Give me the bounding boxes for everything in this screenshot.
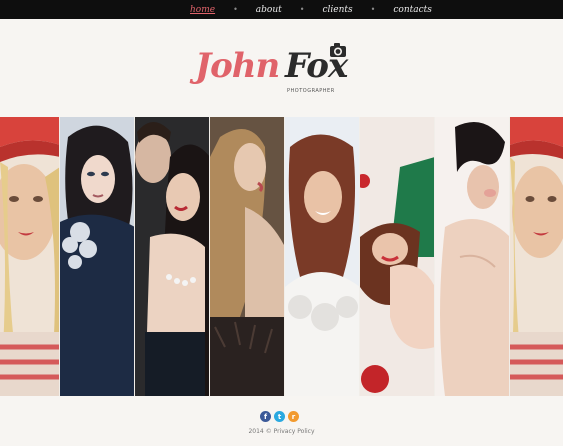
footer-copyright: 2014 © Privacy Policy <box>0 428 563 435</box>
facebook-icon[interactable]: f <box>260 411 271 422</box>
main-nav: home • about • clients • contacts <box>190 0 432 19</box>
site-logo[interactable]: John Fox PHOTOGRAPHER <box>195 40 365 102</box>
nav-separator: • <box>233 5 238 14</box>
logo-first-name: John <box>195 46 280 86</box>
photo-woman-short-hair-bare[interactable] <box>435 117 510 396</box>
nav-home[interactable]: home <box>190 5 215 15</box>
footer-year: 2014 <box>248 428 264 435</box>
footer-copyright-symbol: © <box>265 428 272 435</box>
twitter-icon[interactable]: t <box>274 411 285 422</box>
logo-tagline: PHOTOGRAPHER <box>287 88 335 94</box>
photo-woman-red-hat-left[interactable] <box>0 117 60 396</box>
photo-couple-embrace[interactable] <box>135 117 210 396</box>
photo-woman-smiling-white-fur[interactable] <box>285 117 360 396</box>
nav-clients[interactable]: clients <box>322 5 352 15</box>
rss-icon[interactable]: r <box>288 411 299 422</box>
nav-separator: • <box>370 5 376 14</box>
photo-woman-red-hat-right[interactable] <box>510 117 563 396</box>
nav-about[interactable]: about <box>256 5 282 15</box>
photo-woman-long-hair-fur[interactable] <box>210 117 285 396</box>
photo-gallery-strip <box>0 117 563 396</box>
nav-separator: • <box>299 5 305 14</box>
nav-contacts[interactable]: contacts <box>393 5 432 15</box>
social-links: f t r <box>260 411 299 422</box>
photo-woman-feather-dress[interactable] <box>60 117 135 396</box>
privacy-policy-link[interactable]: Privacy Policy <box>274 428 315 435</box>
photo-woman-lying-red-apples[interactable] <box>360 117 435 396</box>
camera-icon <box>329 42 347 62</box>
top-nav-bar: home • about • clients • contacts <box>0 0 563 19</box>
